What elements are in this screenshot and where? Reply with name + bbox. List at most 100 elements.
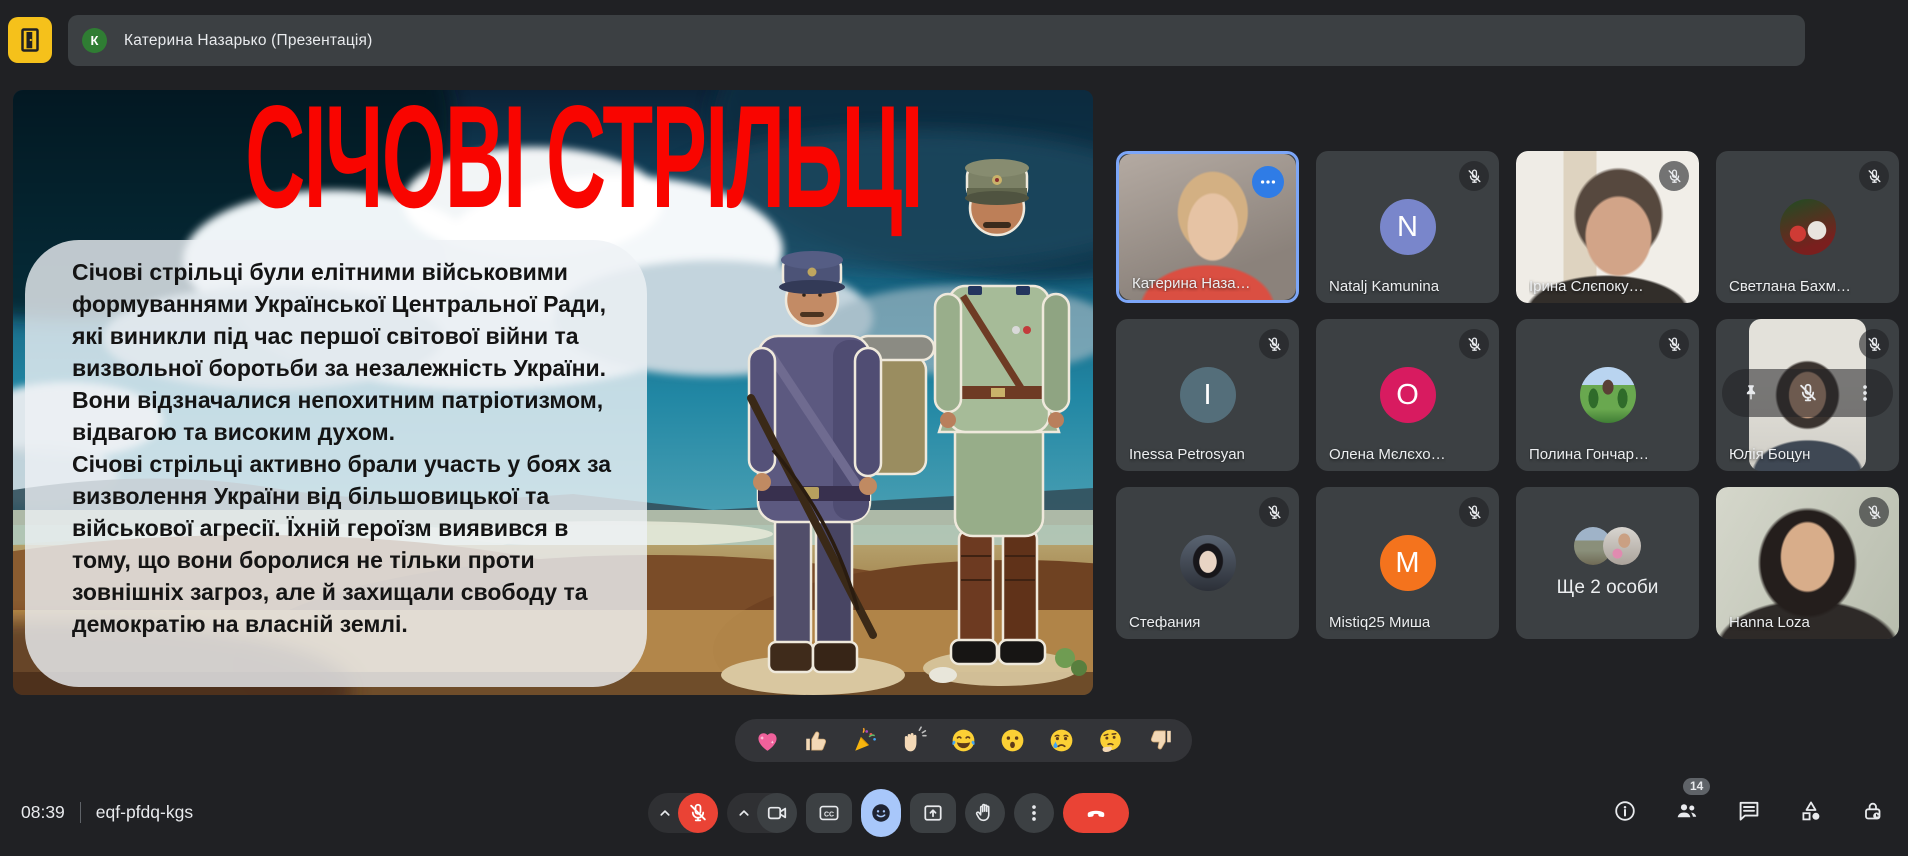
control-more-options-button[interactable]	[1014, 793, 1054, 833]
participant-avatar: M	[1380, 535, 1436, 591]
panel-host-controls-button[interactable]	[1860, 791, 1886, 831]
pin-button[interactable]	[1740, 382, 1762, 404]
reaction-crying-face[interactable]	[1046, 725, 1078, 757]
participant-name: Natalj Kamunina	[1329, 278, 1439, 295]
tile-more-button[interactable]	[1854, 382, 1876, 404]
participant-count-badge: 14	[1683, 778, 1710, 795]
mic-off-icon	[687, 802, 709, 824]
mic-off-icon	[1866, 168, 1883, 185]
app-logo[interactable]	[8, 17, 52, 63]
hand-icon	[974, 802, 996, 824]
control-present-button[interactable]	[910, 793, 956, 833]
reactions-bar	[735, 719, 1192, 762]
reaction-thumbs-down[interactable]	[1144, 725, 1176, 757]
panel-activities-button[interactable]	[1798, 791, 1824, 831]
participant-tile[interactable]: Стефания	[1116, 487, 1299, 639]
slide-paragraph-1: Січові стрільці були елітними військовим…	[72, 256, 635, 448]
participant-name: Катерина Наза…	[1132, 275, 1251, 292]
participant-tile[interactable]: Светлана Бахм…	[1716, 151, 1899, 303]
participant-avatar	[1603, 527, 1641, 565]
mic-off-badge	[1459, 497, 1489, 527]
info-icon	[1613, 799, 1637, 823]
control-end-call-button[interactable]	[1063, 793, 1129, 833]
activities-icon	[1799, 799, 1823, 823]
more-vert-icon	[1023, 802, 1045, 824]
mic-off-icon	[1666, 168, 1683, 185]
participant-tile[interactable]: Катерина Наза…	[1116, 151, 1299, 303]
participant-avatar	[1180, 535, 1236, 591]
presenter-avatar: К	[82, 28, 107, 53]
mic-off-badge	[1259, 329, 1289, 359]
mic-off-icon	[1866, 336, 1883, 353]
control-mic-group	[648, 793, 718, 833]
mic-off-icon	[1866, 504, 1883, 521]
people-icon	[1675, 799, 1699, 823]
participant-tile[interactable]: Полина Гончар…	[1516, 319, 1699, 471]
participant-avatar	[1780, 199, 1836, 255]
reaction-thumbs-up[interactable]	[800, 725, 832, 757]
participant-avatar: I	[1180, 367, 1236, 423]
more-vert-icon	[1854, 382, 1876, 404]
call-end-icon	[1085, 802, 1107, 824]
mic-off-badge	[1259, 497, 1289, 527]
pin-icon	[1740, 382, 1762, 404]
control-reactions-button[interactable]	[861, 789, 901, 837]
reaction-party-popper[interactable]	[849, 725, 881, 757]
divider	[80, 802, 81, 823]
present-icon	[922, 802, 944, 824]
mic-off-icon	[1666, 336, 1683, 353]
reaction-face-tears-of-joy[interactable]	[948, 725, 980, 757]
control-camera-chevron[interactable]	[727, 793, 757, 833]
participant-tile[interactable]: NNatalj Kamunina	[1316, 151, 1499, 303]
control-captions-button[interactable]: CC	[806, 793, 852, 833]
mic-off-indicator	[1797, 382, 1819, 404]
videocam-icon	[766, 802, 788, 824]
mic-off-icon	[1797, 382, 1819, 404]
participant-tile[interactable]: ООлена Мєлєхо…	[1316, 319, 1499, 471]
mic-off-badge	[1659, 329, 1689, 359]
participant-name: Юлія Боцун	[1729, 446, 1810, 463]
participant-name: Светлана Бахм…	[1729, 278, 1851, 295]
panel-info-button[interactable]	[1612, 791, 1638, 831]
mic-off-icon	[1266, 336, 1283, 353]
participant-name: Стефания	[1129, 614, 1200, 631]
participant-name: Полина Гончар…	[1529, 446, 1649, 463]
participant-name: Hanna Loza	[1729, 614, 1810, 631]
mic-off-badge	[1859, 329, 1889, 359]
door-icon	[15, 25, 45, 55]
participant-tile[interactable]: Юлія Боцун	[1716, 319, 1899, 471]
participant-tile[interactable]: Ірина Слєпоку…	[1516, 151, 1699, 303]
group-avatars	[1574, 527, 1641, 565]
control-mic-button[interactable]	[678, 793, 718, 833]
tile-options-button[interactable]	[1252, 166, 1284, 198]
cc-icon: CC	[818, 802, 840, 824]
control-camera-button[interactable]	[757, 793, 797, 833]
clock: 08:39	[21, 802, 65, 823]
participant-tile[interactable]: IInessa Petrosyan	[1116, 319, 1299, 471]
panel-people-button[interactable]: 14	[1674, 791, 1700, 831]
presenter-banner: К Катерина Назарько (Презентація)	[68, 15, 1805, 66]
panel-buttons: 14	[1612, 791, 1886, 831]
reaction-thinking-face[interactable]	[1095, 725, 1127, 757]
panel-chat-button[interactable]	[1736, 791, 1762, 831]
mic-off-badge	[1859, 161, 1889, 191]
participant-avatar: О	[1380, 367, 1436, 423]
presenter-label: Катерина Назарько (Презентація)	[124, 32, 373, 50]
control-mic-chevron[interactable]	[648, 793, 678, 833]
participant-name: Mistiq25 Миша	[1329, 614, 1430, 631]
meeting-code: eqf-pfdq-kgs	[96, 802, 193, 823]
mic-off-badge	[1659, 161, 1689, 191]
host-lock-icon	[1861, 799, 1885, 823]
reaction-sparkling-heart[interactable]	[751, 725, 783, 757]
participant-tile[interactable]: Ще 2 особи	[1516, 487, 1699, 639]
control-raise-hand-button[interactable]	[965, 793, 1005, 833]
reaction-surprised-face[interactable]	[997, 725, 1029, 757]
participant-tile[interactable]: M Mistiq25 Миша	[1316, 487, 1499, 639]
shared-presentation: СІЧОВІ СТРІЛЬЦІ Січові стрільці були елі…	[13, 90, 1093, 695]
control-camera-group	[727, 793, 797, 833]
reaction-clapping-hands[interactable]	[898, 725, 930, 757]
svg-text:CC: CC	[824, 811, 834, 818]
status-bar: 08:39 eqf-pfdq-kgs	[21, 802, 193, 823]
participant-tile[interactable]: Hanna Loza	[1716, 487, 1899, 639]
mic-off-icon	[1466, 336, 1483, 353]
